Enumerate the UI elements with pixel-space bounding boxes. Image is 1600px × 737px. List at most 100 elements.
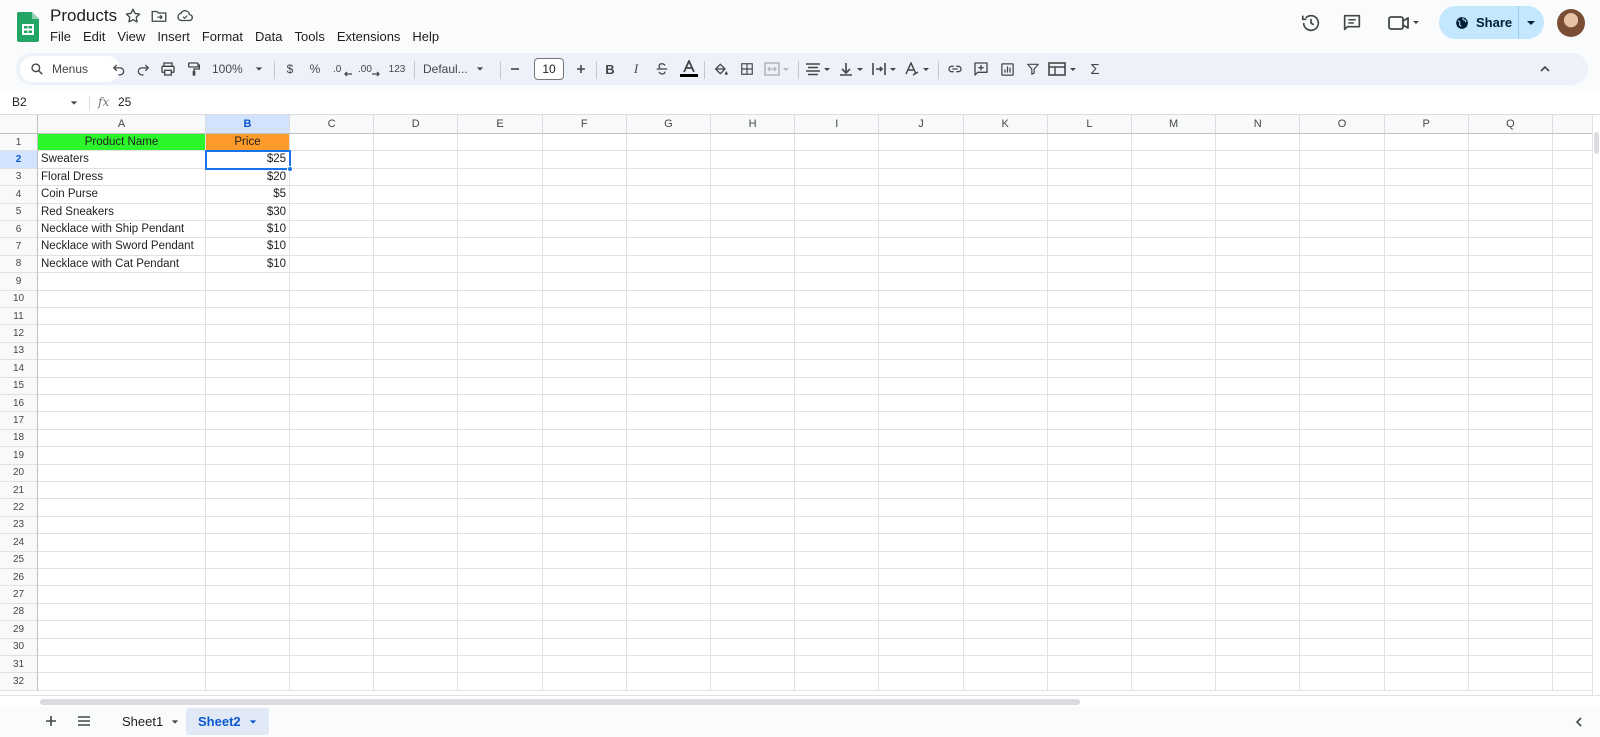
cell[interactable]	[374, 603, 459, 622]
cell[interactable]	[626, 464, 711, 482]
cell[interactable]	[458, 325, 543, 343]
menus-search-input[interactable]: Menus	[20, 56, 120, 82]
cell[interactable]	[1132, 377, 1217, 395]
cell[interactable]	[458, 186, 543, 204]
column-header[interactable]: I	[795, 115, 880, 134]
cell[interactable]	[1384, 429, 1469, 448]
price-cell[interactable]: $20	[206, 168, 290, 187]
cell[interactable]	[711, 290, 796, 308]
cell[interactable]	[626, 499, 711, 517]
menu-view[interactable]: View	[111, 27, 151, 47]
product-name-cell[interactable]: Red Sneakers	[38, 203, 206, 221]
cell[interactable]	[1132, 186, 1217, 204]
cell[interactable]	[795, 273, 880, 291]
cell[interactable]	[1553, 656, 1592, 674]
header-product-name[interactable]: Product Name	[38, 134, 206, 152]
chevron-down-icon[interactable]	[249, 718, 257, 726]
cell[interactable]	[1047, 551, 1132, 569]
cell[interactable]	[1553, 639, 1592, 656]
cell[interactable]	[1468, 621, 1553, 639]
cell[interactable]	[458, 273, 543, 291]
cell[interactable]	[1132, 308, 1217, 326]
cell[interactable]	[206, 308, 290, 326]
cell[interactable]	[1384, 499, 1469, 517]
cell[interactable]	[1132, 638, 1217, 656]
cell[interactable]	[1553, 238, 1592, 256]
cell[interactable]	[1132, 673, 1217, 691]
cell[interactable]	[1384, 168, 1469, 187]
cell[interactable]	[1300, 342, 1385, 361]
product-name-cell[interactable]: Sweaters	[38, 151, 206, 169]
cell[interactable]	[1047, 290, 1132, 308]
cell[interactable]	[626, 569, 711, 587]
cell[interactable]	[963, 221, 1048, 239]
row-header[interactable]: 32	[0, 673, 38, 691]
font-select[interactable]: Defaul...	[423, 60, 491, 78]
row-header[interactable]: 14	[0, 360, 38, 378]
cell[interactable]	[290, 255, 375, 274]
cell[interactable]	[458, 238, 543, 256]
cell[interactable]	[458, 377, 543, 395]
functions-icon[interactable]: Σ	[1086, 60, 1104, 78]
cell[interactable]	[879, 342, 964, 361]
filter-views-icon[interactable]	[1048, 60, 1078, 78]
cell[interactable]	[1468, 673, 1553, 691]
filter-icon[interactable]	[1024, 60, 1042, 78]
cell[interactable]	[963, 412, 1048, 430]
product-name-cell[interactable]: Necklace with Cat Pendant	[38, 255, 206, 274]
cell[interactable]	[795, 186, 880, 204]
cell[interactable]	[38, 499, 206, 517]
cell[interactable]	[1132, 325, 1217, 343]
cell[interactable]	[1553, 308, 1592, 326]
row-header[interactable]: 23	[0, 516, 38, 535]
cell[interactable]	[626, 151, 711, 169]
cell[interactable]	[963, 255, 1048, 274]
cell[interactable]	[1300, 638, 1385, 656]
cell[interactable]	[1132, 429, 1217, 448]
cell[interactable]	[1553, 412, 1592, 430]
cell[interactable]	[1468, 656, 1553, 674]
cell[interactable]	[290, 656, 375, 674]
menu-extensions[interactable]: Extensions	[331, 27, 407, 47]
price-cell[interactable]: $10	[206, 238, 290, 256]
cell[interactable]	[1468, 325, 1553, 343]
row-header[interactable]: 9	[0, 273, 38, 291]
cell[interactable]	[1047, 464, 1132, 482]
cell[interactable]	[1384, 621, 1469, 639]
cell[interactable]	[963, 273, 1048, 291]
cell[interactable]	[542, 429, 627, 448]
cell[interactable]	[963, 290, 1048, 308]
cell[interactable]	[542, 464, 627, 482]
cell[interactable]	[626, 134, 711, 152]
column-header[interactable]: L	[1047, 115, 1132, 134]
cell[interactable]	[1216, 499, 1301, 517]
cell[interactable]	[1300, 482, 1385, 500]
cell[interactable]	[1047, 203, 1132, 221]
cell[interactable]	[458, 534, 543, 552]
cell[interactable]	[290, 447, 375, 465]
cell[interactable]	[1384, 551, 1469, 569]
cell[interactable]	[206, 464, 290, 482]
cell[interactable]	[374, 168, 459, 187]
cell[interactable]	[374, 569, 459, 587]
cell[interactable]	[711, 673, 796, 691]
cell[interactable]	[206, 412, 290, 430]
cell[interactable]	[458, 134, 543, 152]
cell[interactable]	[795, 464, 880, 482]
row-header[interactable]: 29	[0, 621, 38, 639]
sheet-explore-collapse-icon[interactable]	[1570, 713, 1588, 731]
column-header-partial[interactable]	[1553, 115, 1592, 134]
cell[interactable]	[795, 290, 880, 308]
column-header[interactable]: B	[206, 115, 290, 134]
cell[interactable]	[711, 168, 796, 187]
cell[interactable]	[1384, 151, 1469, 169]
cell[interactable]	[1132, 255, 1217, 274]
cell[interactable]	[1300, 516, 1385, 535]
cell[interactable]	[879, 534, 964, 552]
cell[interactable]	[1047, 308, 1132, 326]
cell[interactable]	[1384, 273, 1469, 291]
cell[interactable]	[458, 447, 543, 465]
cell[interactable]	[963, 482, 1048, 500]
cell[interactable]	[1553, 604, 1592, 622]
cell[interactable]	[795, 308, 880, 326]
